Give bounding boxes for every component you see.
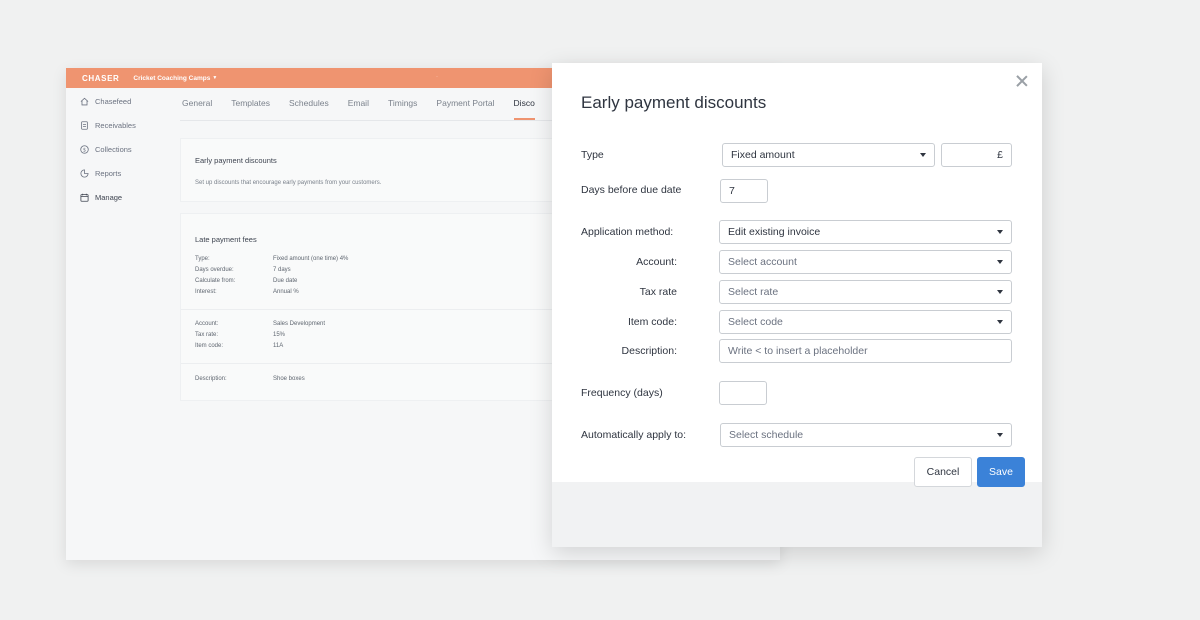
sidebar-item-label: Reports [95,169,122,178]
svg-text:$: $ [83,147,86,153]
document-icon [80,121,89,130]
chevron-down-icon [997,230,1003,234]
item-label: Item code: [627,316,677,328]
chevron-down-icon [997,260,1003,264]
days-input[interactable]: 7 [720,179,768,203]
early-payment-modal: Early payment discounts Type Fixed amoun… [552,63,1042,547]
sidebar-item-label: Collections [95,145,132,154]
tab-timings[interactable]: Timings [388,98,417,120]
tax-select[interactable]: Select rate [719,280,1012,304]
kv-row: Item code: 11A [195,343,284,349]
item-placeholder: Select code [728,316,783,328]
tab-general[interactable]: General [182,98,212,120]
chevron-down-icon: ▼ [212,75,218,81]
chevron-down-icon [920,153,926,157]
dot-icon: · [436,74,438,80]
card-title: Early payment discounts [195,156,277,165]
currency-symbol: £ [997,149,1003,161]
kv-row: Type: Fixed amount (one time) 4% [195,256,349,262]
sidebar-item-manage[interactable]: Manage [80,193,122,202]
apply-label: Automatically apply to: [581,429,687,441]
modal-title: Early payment discounts [581,93,767,112]
divider [181,363,599,364]
card-subtitle: Set up discounts that encourage early pa… [195,180,382,186]
settings-tabs: General Templates Schedules Email Timing… [182,98,554,120]
kv-row: Calculate from: Due date [195,278,298,284]
org-name: Cricket Coaching Camps [133,74,211,82]
sidebar-item-label: Manage [95,193,123,202]
type-select[interactable]: Fixed amount [722,143,935,167]
chevron-down-icon [997,433,1003,437]
method-value: Edit existing invoice [728,226,821,238]
early-discounts-card[interactable]: Early payment discounts Set up discounts… [180,138,600,202]
tab-schedules[interactable]: Schedules [289,98,329,120]
account-placeholder: Select account [728,256,797,268]
dollar-icon: $ [80,145,89,154]
account-label: Account: [636,256,677,268]
logo[interactable]: CHASER [82,74,119,83]
save-button[interactable]: Save [977,457,1025,487]
item-select[interactable]: Select code [719,310,1012,334]
kv-row: Description: Shoe boxes [195,376,305,382]
type-label: Type [581,149,604,161]
type-value: Fixed amount [731,149,795,161]
sidebar-item-label: Chasefeed [95,97,132,106]
desc-label: Description: [621,345,677,357]
sidebar-item-reports[interactable]: Reports [80,169,121,178]
sidebar-item-label: Receivables [95,121,136,130]
card-title: Late payment fees [195,235,257,244]
tax-label: Tax rate [639,286,677,298]
tab-templates[interactable]: Templates [231,98,270,120]
sidebar-item-chasefeed[interactable]: Chasefeed [80,97,131,106]
frequency-input[interactable] [719,381,767,405]
sidebar: Chasefeed Receivables $ Collections Repo… [66,88,166,560]
chevron-down-icon [997,290,1003,294]
days-label: Days before due date [581,184,682,196]
days-value: 7 [729,185,735,197]
kv-row: Days overdue: 7 days [195,267,291,273]
desc-placeholder: Write < to insert a placeholder [728,345,868,357]
chevron-down-icon [997,320,1003,324]
method-select[interactable]: Edit existing invoice [719,220,1012,244]
calendar-icon [80,193,89,202]
sidebar-item-receivables[interactable]: Receivables [80,121,136,130]
method-label: Application method: [581,226,674,238]
apply-select[interactable]: Select schedule [720,423,1012,447]
apply-placeholder: Select schedule [729,429,804,441]
modal-body: Early payment discounts Type Fixed amoun… [552,63,1042,487]
frequency-label: Frequency (days) [581,387,663,399]
account-select[interactable]: Select account [719,250,1012,274]
org-switcher[interactable]: Cricket Coaching Camps ▼ [133,75,217,82]
tab-payment-portal[interactable]: Payment Portal [436,98,494,120]
home-icon [80,97,89,106]
divider [181,309,599,310]
kv-row: Tax rate: 15% [195,332,286,338]
description-input[interactable]: Write < to insert a placeholder [719,339,1012,363]
kv-row: Account: Sales Development [195,321,326,327]
late-fees-card[interactable]: Late payment fees Type: Fixed amount (one… [180,213,600,401]
chart-icon [80,169,89,178]
close-icon[interactable] [1014,73,1030,89]
tab-email[interactable]: Email [348,98,369,120]
sidebar-item-collections[interactable]: $ Collections [80,145,132,154]
amount-input[interactable]: £ [941,143,1012,167]
kv-row: Interest: Annual % [195,289,299,295]
tax-placeholder: Select rate [728,286,779,298]
cancel-button[interactable]: Cancel [914,457,972,487]
tabs-divider [180,120,560,121]
tab-discounts[interactable]: Disco [513,98,535,120]
